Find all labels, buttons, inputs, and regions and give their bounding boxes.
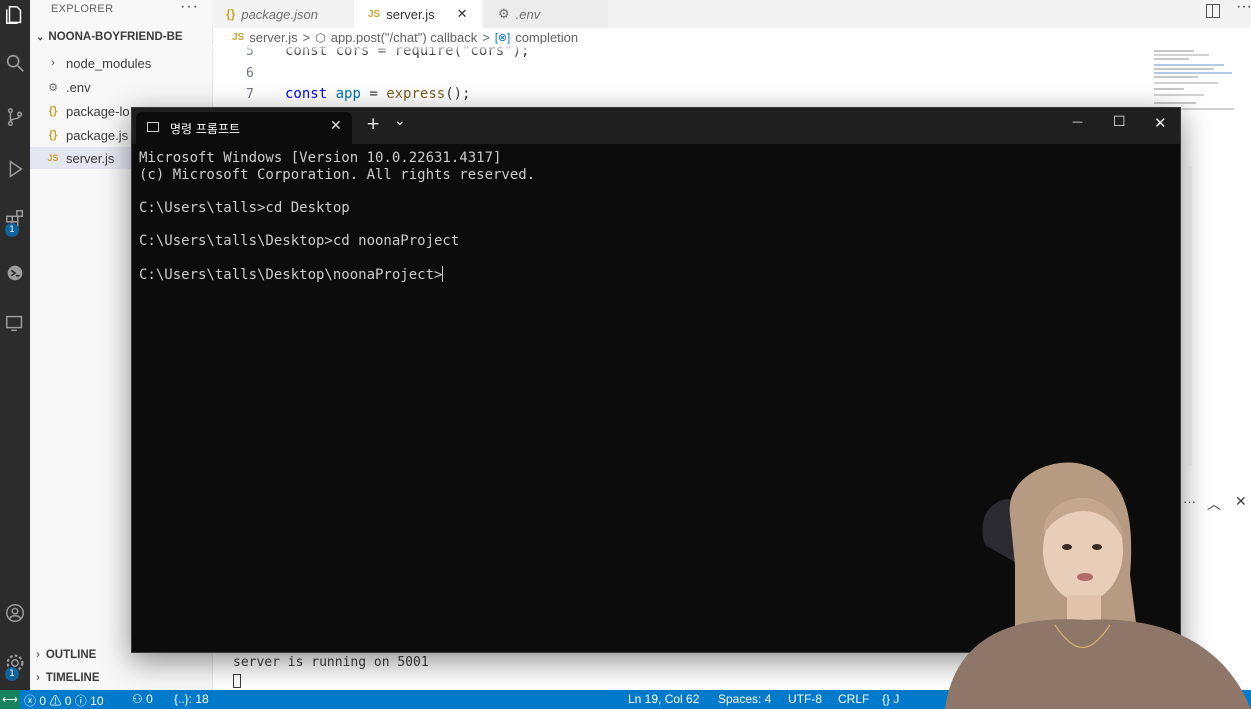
breadcrumb-separator: > <box>482 30 490 45</box>
source-control-icon[interactable] <box>0 102 30 132</box>
activity-bar: 1 1 <box>0 0 30 690</box>
new-tab-icon[interactable]: + <box>366 114 380 134</box>
cmd-line: (c) Microsoft Corporation. All rights re… <box>139 167 536 183</box>
testing-icon[interactable] <box>0 308 30 338</box>
breadcrumb-symbol[interactable]: app.post("/chat") callback <box>331 30 478 45</box>
json-braces-icon: {} <box>48 129 58 141</box>
json-braces-icon: {} <box>226 7 236 21</box>
gear-icon: ⚙ <box>48 81 58 94</box>
terminal-icon <box>147 122 159 132</box>
info-icon: ⓘ <box>74 694 87 708</box>
tree-item-label: server.js <box>66 150 115 166</box>
cube-icon: ⬡ <box>315 30 326 45</box>
tree-item-label: package.js <box>66 127 129 143</box>
line-ending[interactable]: CRLF <box>838 692 869 706</box>
tree-item-label: .env <box>66 79 91 95</box>
error-icon: ⓧ <box>24 694 37 708</box>
run-debug-icon[interactable] <box>0 154 30 184</box>
dropdown-chevron-icon[interactable]: ⌄ <box>394 113 406 129</box>
code-line[interactable]: const app = express(); <box>285 86 471 102</box>
js-file-icon: JS <box>368 8 381 20</box>
tab-server-js[interactable]: JS server.js ✕ <box>354 0 482 28</box>
tree-item-label: node_modules <box>66 55 152 71</box>
bracket-pair-indicator[interactable]: {..}: 18 <box>174 692 209 706</box>
language-mode[interactable]: {} J <box>882 692 899 706</box>
encoding[interactable]: UTF-8 <box>788 692 822 706</box>
variable-icon: [⊗] <box>494 32 511 44</box>
chevron-right-icon: › <box>36 649 40 661</box>
chevron-right-icon: › <box>36 672 40 684</box>
close-tab-icon[interactable]: ✕ <box>330 118 342 134</box>
js-file-icon: JS <box>47 153 59 163</box>
tab-package-json[interactable]: {} package.json <box>212 0 352 28</box>
extensions-badge: 1 <box>5 223 19 237</box>
breadcrumb-item[interactable]: completion <box>515 30 578 45</box>
chevron-down-icon: ⌄ <box>36 31 45 43</box>
warning-icon: ⚠ <box>49 694 62 708</box>
js-file-icon: JS <box>232 32 245 43</box>
account-icon[interactable] <box>0 598 30 628</box>
cursor-position[interactable]: Ln 19, Col 62 <box>628 692 699 706</box>
explorer-icon[interactable] <box>0 0 30 30</box>
gear-icon: ⚙ <box>498 6 510 21</box>
editor-fade <box>212 44 1152 54</box>
cmd-tab-title: 명령 프롬프트 <box>170 122 241 136</box>
text-cursor <box>442 266 444 282</box>
line-number: 7 <box>246 87 254 102</box>
breadcrumb: JS server.js > ⬡ app.post("/chat") callb… <box>232 30 578 45</box>
breadcrumb-separator: > <box>302 30 311 45</box>
explorer-title: EXPLORER <box>51 3 114 15</box>
tree-item-env[interactable]: ⚙ .env <box>46 76 91 98</box>
remote-indicator-icon[interactable]: ⟷ <box>0 690 20 709</box>
terminal-output: server is running on 5001 <box>233 655 429 670</box>
outline-section[interactable]: › OUTLINE <box>36 649 96 661</box>
broadcast-icon: ⚇ <box>132 692 143 706</box>
timeline-section[interactable]: › TIMELINE <box>36 672 100 684</box>
close-window-icon[interactable]: ✕ <box>1154 114 1167 132</box>
chevron-right-icon: › <box>51 57 55 69</box>
project-folder[interactable]: ⌄ NOONA-BOYFRIEND-BE <box>36 31 183 43</box>
cmd-titlebar[interactable]: 명령 프롬프트 ✕ + ⌄ — ☐ ✕ <box>132 108 1180 144</box>
settings-badge: 1 <box>5 667 19 681</box>
breadcrumb-file[interactable]: server.js <box>249 30 297 45</box>
cmd-prompt-line[interactable]: C:\Users\talls\Desktop\noonaProject> <box>139 266 444 283</box>
cmd-line: Microsoft Windows [Version 10.0.22631.43… <box>139 150 502 166</box>
project-name: NOONA-BOYFRIEND-BE <box>48 31 183 43</box>
json-braces-icon: {} <box>48 105 58 117</box>
webcam-person-image <box>945 462 1251 709</box>
tree-item-label: package-lo <box>66 103 130 119</box>
split-editor-icon[interactable] <box>1206 4 1220 18</box>
tab-env[interactable]: ⚙ .env <box>484 0 608 28</box>
problems-indicator[interactable]: ⓧ 0 ⚠ 0 ⓘ 10 <box>24 692 104 709</box>
line-number: 6 <box>246 66 254 81</box>
tree-item-node-modules[interactable]: › node_modules <box>46 52 151 74</box>
ports-indicator[interactable]: ⚇ 0 <box>132 692 153 706</box>
remote-explorer-icon[interactable] <box>0 258 30 288</box>
terminal-cursor <box>233 674 241 688</box>
search-icon[interactable] <box>0 48 30 78</box>
tree-item-package-json[interactable]: {} package.js <box>46 124 128 146</box>
minimize-icon[interactable]: — <box>1072 115 1083 128</box>
cmd-line: C:\Users\talls>cd Desktop <box>139 200 350 216</box>
close-tab-icon[interactable]: ✕ <box>457 6 468 22</box>
maximize-icon[interactable]: ☐ <box>1113 114 1126 130</box>
cmd-line: C:\Users\talls\Desktop>cd noonaProject <box>139 233 460 249</box>
cmd-scrollbar[interactable] <box>1188 166 1192 466</box>
editor-more-icon[interactable]: ··· <box>1236 0 1251 16</box>
cmd-tab[interactable]: 명령 프롬프트 ✕ <box>136 112 352 144</box>
tree-item-package-lock[interactable]: {} package-lo <box>46 100 130 122</box>
editor-tab-bar: {} package.json JS server.js ✕ ⚙ .env ··… <box>212 0 1251 28</box>
more-actions-icon[interactable]: ··· <box>180 0 199 16</box>
indentation[interactable]: Spaces: 4 <box>718 692 771 706</box>
